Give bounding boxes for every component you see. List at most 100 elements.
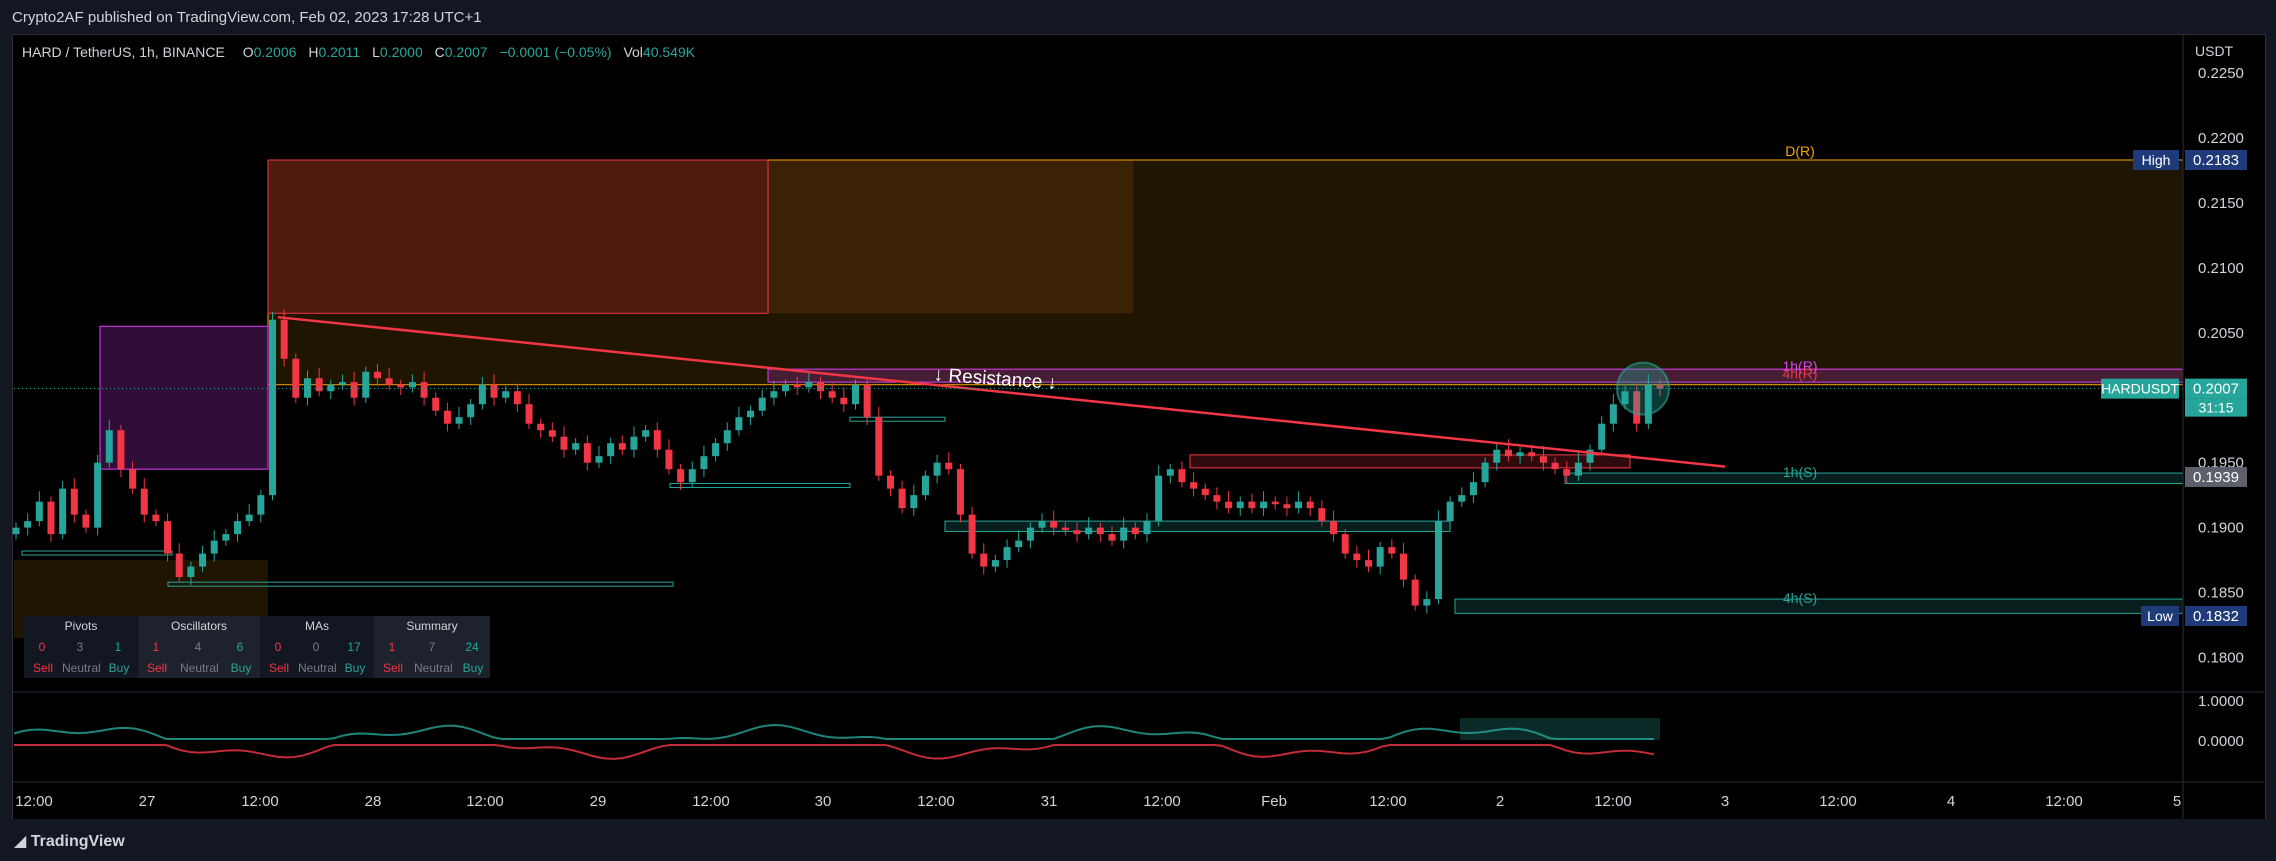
candle-body: [537, 423, 545, 431]
zone-purple-box: [99, 325, 269, 470]
x-tick-label: 3: [1721, 793, 1729, 810]
candle-body: [1271, 501, 1279, 505]
candle-body: [828, 391, 836, 398]
low-key: L: [372, 44, 380, 60]
tech-neutral-label: Neutral: [180, 661, 219, 675]
tech-buy-count: 6: [236, 640, 244, 654]
x-tick-label: 30: [815, 793, 832, 810]
support-line-0: [21, 550, 173, 556]
candle-body: [863, 384, 871, 418]
low-value: 0.1832: [2193, 608, 2239, 625]
candle-body: [1295, 501, 1303, 509]
y-tick-label: 0.1800: [2198, 650, 2244, 667]
x-tick-label: 27: [139, 793, 156, 810]
candle-body: [898, 488, 906, 509]
zone-1h-support: [1564, 472, 2184, 484]
candle-body: [1516, 452, 1524, 457]
candle-body: [1050, 521, 1058, 528]
candle-body: [12, 527, 20, 535]
candle-body: [210, 540, 218, 554]
zones-layer: [14, 159, 2184, 639]
tech-buy-label: Buy: [344, 661, 366, 675]
candle-body: [47, 501, 55, 535]
candle-body: [467, 404, 475, 418]
candle-body: [1213, 495, 1221, 502]
candle-body: [805, 382, 813, 388]
candle-body: [817, 382, 825, 392]
candle-body: [770, 391, 778, 398]
candle-body: [1201, 488, 1209, 496]
candle-body: [1493, 449, 1501, 463]
candle-body: [1085, 527, 1093, 535]
candle-body: [303, 378, 311, 398]
y-tick-label: 0.2150: [2198, 195, 2244, 212]
candle-body: [82, 514, 90, 528]
x-tick-label: 12:00: [466, 793, 504, 810]
candle-body: [1376, 547, 1384, 567]
x-tick-label: 28: [365, 793, 382, 810]
symbol-title[interactable]: HARD / TetherUS, 1h, BINANCE: [22, 44, 225, 60]
x-tick-label: 12:00: [241, 793, 279, 810]
tech-buy-label: Buy: [230, 661, 252, 675]
candle-body: [793, 384, 801, 388]
candle-body: [525, 404, 533, 424]
candle-body: [455, 417, 463, 424]
high-name: High: [2142, 152, 2171, 168]
candle-body: [1574, 462, 1582, 476]
open-key: O: [242, 44, 254, 60]
x-tick-label: 4: [1947, 793, 1955, 810]
candle-body: [642, 430, 650, 437]
support-price-value: 0.1939: [2193, 469, 2239, 486]
candle-body: [921, 475, 929, 496]
tech-title: Summary: [406, 619, 458, 633]
x-tick-label: 12:00: [692, 793, 730, 810]
candle-body: [1318, 508, 1326, 522]
candle-body: [222, 534, 230, 541]
candle-body: [688, 469, 696, 483]
price-axis-unit: USDT: [2195, 43, 2234, 59]
tech-sell-count: 1: [152, 640, 160, 654]
candle-body: [1003, 547, 1011, 561]
tradingview-logo[interactable]: ◢ TradingView: [14, 831, 125, 851]
tech-neutral-count: 7: [428, 640, 436, 654]
candle-body: [443, 410, 451, 424]
oscillator-bear-wave: [14, 744, 1655, 760]
candle-body: [735, 417, 743, 431]
tech-group-pivots: Pivots 0 3 1 Sell Neutral Buy: [24, 616, 138, 678]
candle-body: [432, 397, 440, 411]
candle-body: [1061, 527, 1069, 531]
candle-body: [408, 382, 416, 388]
candle-body: [583, 443, 591, 463]
y-tick-label: 0.2050: [2198, 325, 2244, 342]
y-tick-label: 0.1900: [2198, 520, 2244, 537]
label-d-r: D(R): [1785, 143, 1815, 159]
low-name: Low: [2147, 608, 2174, 624]
change-value: −0.0001 (−0.05%): [499, 44, 612, 60]
candle-body: [782, 384, 790, 392]
x-tick-label: 2: [1496, 793, 1504, 810]
support-line-3: [849, 416, 946, 422]
candle-body: [560, 436, 568, 450]
tradingview-icon: ◢: [14, 833, 31, 850]
candle-body: [910, 495, 918, 509]
candle-body: [70, 488, 78, 515]
candle-body: [1166, 469, 1174, 476]
candle-body: [1038, 521, 1046, 528]
x-tick-label: 12:00: [1143, 793, 1181, 810]
candle-body: [840, 397, 848, 405]
oscillator-bull-wave: [13, 724, 1654, 740]
candle-body: [362, 371, 370, 398]
zone-green-mid: [944, 520, 1451, 533]
candle-body: [117, 430, 125, 470]
label-1h-s: 1h(S): [1783, 464, 1817, 480]
candle-body: [24, 521, 32, 528]
last-name: HARDUSDT: [2101, 381, 2179, 397]
candle-body: [1341, 534, 1349, 554]
candle-body: [1609, 404, 1617, 424]
candle-body: [1598, 423, 1606, 450]
tech-neutral-count: 0: [312, 640, 320, 654]
price-chart[interactable]: USDT 0.2250 0.2200 0.2150 0.2100 0.2050 0.2000…: [0, 0, 2276, 861]
tech-buy-label: Buy: [462, 661, 484, 675]
candle-body: [700, 456, 708, 470]
tech-group-oscillators: Oscillators 1 4 6 Sell Neutral Buy: [138, 616, 260, 678]
